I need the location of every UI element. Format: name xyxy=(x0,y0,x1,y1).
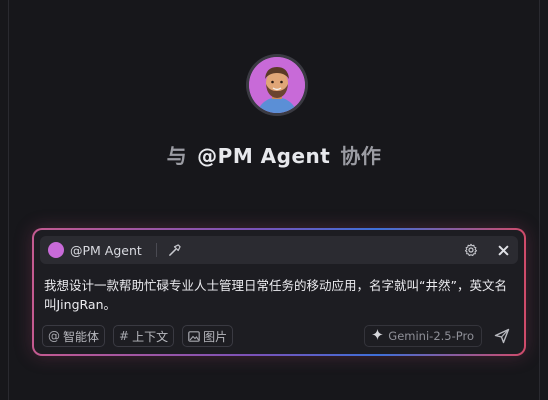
image-icon xyxy=(188,330,200,342)
left-divider xyxy=(8,0,9,400)
sparkle-icon xyxy=(372,329,384,343)
agent-chip-label: 智能体 xyxy=(63,329,100,344)
hammer-icon[interactable] xyxy=(167,242,183,258)
message-input[interactable]: 我想设计一款帮助忙碌专业人士管理日常任务的移动应用，名字就叫“井然”，英文名叫J… xyxy=(44,276,512,314)
at-icon: @ xyxy=(48,329,60,343)
send-icon[interactable] xyxy=(492,326,512,346)
hash-icon: # xyxy=(119,329,130,343)
avatar-man-beard-icon xyxy=(249,57,305,113)
page-title: 与 @PM Agent 协作 xyxy=(0,140,548,169)
title-agent: @PM Agent xyxy=(197,144,331,168)
context-chip-label: 上下文 xyxy=(132,329,169,344)
image-chip-button[interactable]: 图片 xyxy=(182,325,234,347)
composer-inner: @PM Agent 我想设计一款帮助忙碌专业人士管理日常任务的移动应用，名字就叫… xyxy=(34,230,524,354)
agent-chip-button[interactable]: @ 智能体 xyxy=(42,325,106,347)
title-prefix: 与 xyxy=(166,144,188,168)
composer: @PM Agent 我想设计一款帮助忙碌专业人士管理日常任务的移动应用，名字就叫… xyxy=(32,228,526,356)
agent-avatar xyxy=(246,54,308,116)
image-chip-label: 图片 xyxy=(203,329,228,344)
model-selector[interactable]: Gemini-2.5-Pro xyxy=(364,325,482,347)
model-label: Gemini-2.5-Pro xyxy=(388,329,474,343)
agent-name[interactable]: @PM Agent xyxy=(70,243,142,258)
agent-bar: @PM Agent xyxy=(40,236,518,264)
title-suffix: 协作 xyxy=(340,144,382,168)
topbar-divider xyxy=(155,243,157,257)
agent-mini-avatar-icon xyxy=(48,242,64,258)
page: 与 @PM Agent 协作 @PM Agent 我想设计一款帮助忙碌专业人士管… xyxy=(0,0,548,400)
context-chip-button[interactable]: # 上下文 xyxy=(113,325,175,347)
right-divider xyxy=(539,0,540,400)
gear-icon[interactable] xyxy=(462,241,480,259)
close-icon[interactable] xyxy=(494,241,512,259)
composer-toolbar: @ 智能体 # 上下文 图片 Gemini-2.5-Pro xyxy=(42,324,516,348)
